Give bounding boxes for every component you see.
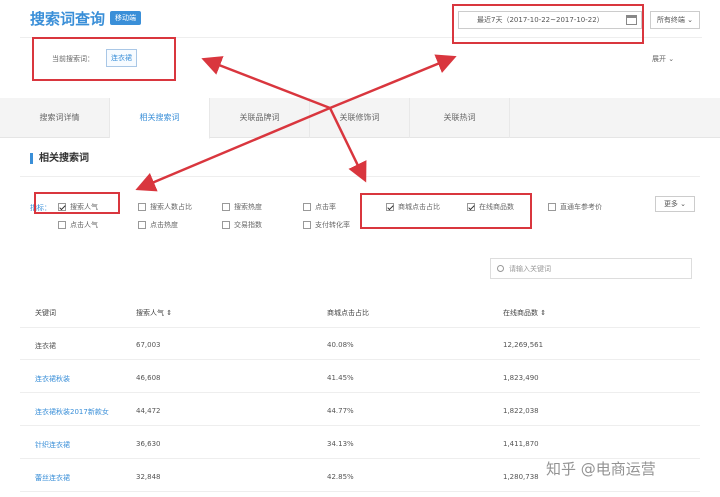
annotation-arrows [135, 54, 457, 192]
arrow-line [201, 56, 331, 110]
arrow-line [329, 54, 457, 110]
arrow-line [328, 107, 367, 183]
arrow-line [135, 106, 331, 192]
page: 搜索词查询 移动端 最近7天（2017-10-22~2017-10-22） 所有… [0, 0, 720, 497]
watermark: 知乎 @电商运营 [546, 460, 656, 478]
